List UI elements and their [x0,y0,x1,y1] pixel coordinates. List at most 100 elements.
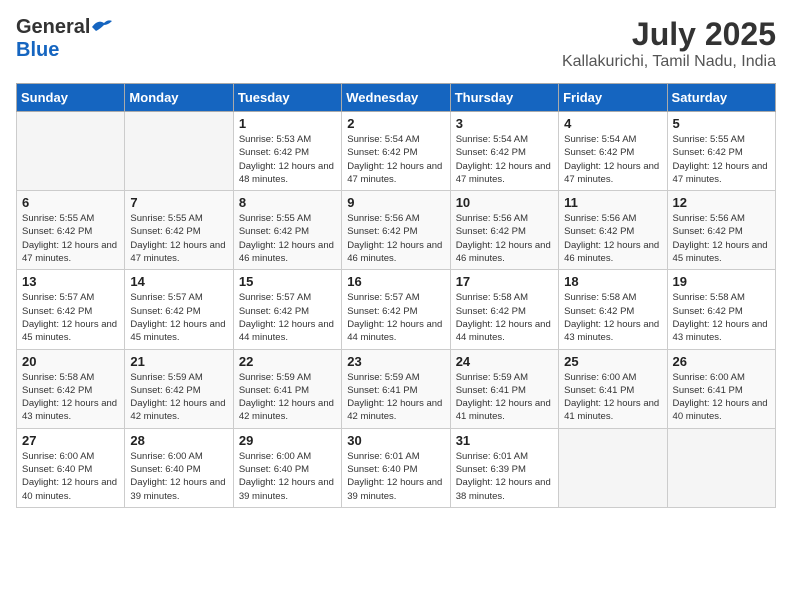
day-number: 22 [239,354,336,369]
day-info: Sunrise: 6:00 AM Sunset: 6:40 PM Dayligh… [22,450,119,503]
day-info: Sunrise: 5:58 AM Sunset: 6:42 PM Dayligh… [673,291,770,344]
day-info: Sunrise: 5:59 AM Sunset: 6:41 PM Dayligh… [239,371,336,424]
calendar-cell: 5Sunrise: 5:55 AM Sunset: 6:42 PM Daylig… [667,112,775,191]
calendar-cell: 10 Sunrise: 5:56 AM Sunset: 6:42 PM Dayli… [450,191,558,270]
day-info: Sunrise: 5:57 AM Sunset: 6:42 PM Dayligh… [22,291,119,344]
day-info: Sunrise: 5:55 AM Sunset: 6:42 PM Dayligh… [22,212,119,265]
day-info: Sunrise: 5:53 AM Sunset: 6:42 PM Dayligh… [239,133,336,186]
calendar-day-header: Thursday [450,84,558,112]
day-number: 30 [347,433,444,448]
calendar-cell: 4 Sunrise: 5:54 AM Sunset: 6:42 PM Daylig… [559,112,667,191]
calendar-cell: 27 Sunrise: 6:00 AM Sunset: 6:40 PM Dayli… [17,428,125,507]
logo-general: General [16,16,90,38]
calendar-week-row: 20 Sunrise: 5:58 AM Sunset: 6:42 PM Dayli… [17,349,776,428]
calendar-cell [17,112,125,191]
calendar-cell: 26Sunrise: 6:00 AM Sunset: 6:41 PM Dayli… [667,349,775,428]
calendar-cell: 14 Sunrise: 5:57 AM Sunset: 6:42 PM Dayli… [125,270,233,349]
day-info: Sunrise: 5:58 AM Sunset: 6:42 PM Dayligh… [22,371,119,424]
day-info: Sunrise: 6:00 AM Sunset: 6:40 PM Dayligh… [239,450,336,503]
day-number: 27 [22,433,119,448]
day-number: 10 [456,195,553,210]
calendar-cell: 31Sunrise: 6:01 AM Sunset: 6:39 PM Dayli… [450,428,558,507]
calendar-cell: 22 Sunrise: 5:59 AM Sunset: 6:41 PM Dayli… [233,349,341,428]
day-info: Sunrise: 5:55 AM Sunset: 6:42 PM Dayligh… [130,212,227,265]
day-number: 6 [22,195,119,210]
day-number: 5 [673,116,770,131]
calendar-cell [667,428,775,507]
day-info: Sunrise: 6:01 AM Sunset: 6:40 PM Dayligh… [347,450,444,503]
title-block: July 2025 Kallakurichi, Tamil Nadu, Indi… [562,16,776,71]
calendar-cell: 29 Sunrise: 6:00 AM Sunset: 6:40 PM Dayli… [233,428,341,507]
day-number: 16 [347,274,444,289]
calendar-cell: 19 Sunrise: 5:58 AM Sunset: 6:42 PM Dayli… [667,270,775,349]
day-info: Sunrise: 6:00 AM Sunset: 6:40 PM Dayligh… [130,450,227,503]
day-number: 18 [564,274,661,289]
day-info: Sunrise: 5:57 AM Sunset: 6:42 PM Dayligh… [239,291,336,344]
calendar-day-header: Wednesday [342,84,450,112]
calendar-day-header: Monday [125,84,233,112]
day-number: 2 [347,116,444,131]
day-info: Sunrise: 5:54 AM Sunset: 6:42 PM Dayligh… [564,133,661,186]
logo-text: General [16,16,112,39]
calendar-table: SundayMondayTuesdayWednesdayThursdayFrid… [16,83,776,508]
day-info: Sunrise: 5:56 AM Sunset: 6:42 PM Dayligh… [347,212,444,265]
day-number: 24 [456,354,553,369]
day-number: 13 [22,274,119,289]
day-info: Sunrise: 5:58 AM Sunset: 6:42 PM Dayligh… [456,291,553,344]
day-number: 8 [239,195,336,210]
day-number: 7 [130,195,227,210]
day-info: Sunrise: 5:58 AM Sunset: 6:42 PM Dayligh… [564,291,661,344]
logo-bird-icon [90,17,112,33]
month-title: July 2025 [562,16,776,53]
calendar-cell: 2 Sunrise: 5:54 AM Sunset: 6:42 PM Daylig… [342,112,450,191]
day-info: Sunrise: 5:54 AM Sunset: 6:42 PM Dayligh… [456,133,553,186]
day-info: Sunrise: 5:55 AM Sunset: 6:42 PM Dayligh… [239,212,336,265]
calendar-day-header: Saturday [667,84,775,112]
day-number: 25 [564,354,661,369]
calendar-cell: 30 Sunrise: 6:01 AM Sunset: 6:40 PM Dayli… [342,428,450,507]
day-number: 4 [564,116,661,131]
calendar-day-header: Tuesday [233,84,341,112]
day-info: Sunrise: 5:59 AM Sunset: 6:41 PM Dayligh… [456,371,553,424]
day-number: 29 [239,433,336,448]
calendar-cell: 20 Sunrise: 5:58 AM Sunset: 6:42 PM Dayli… [17,349,125,428]
calendar-week-row: 6 Sunrise: 5:55 AM Sunset: 6:42 PM Daylig… [17,191,776,270]
day-info: Sunrise: 5:57 AM Sunset: 6:42 PM Dayligh… [347,291,444,344]
calendar-day-header: Friday [559,84,667,112]
day-number: 17 [456,274,553,289]
calendar-cell: 11 Sunrise: 5:56 AM Sunset: 6:42 PM Dayli… [559,191,667,270]
day-info: Sunrise: 6:00 AM Sunset: 6:41 PM Dayligh… [564,371,661,424]
day-info: Sunrise: 5:54 AM Sunset: 6:42 PM Dayligh… [347,133,444,186]
calendar-header-row: SundayMondayTuesdayWednesdayThursdayFrid… [17,84,776,112]
calendar-week-row: 13 Sunrise: 5:57 AM Sunset: 6:42 PM Dayli… [17,270,776,349]
calendar-week-row: 27 Sunrise: 6:00 AM Sunset: 6:40 PM Dayli… [17,428,776,507]
day-number: 19 [673,274,770,289]
day-number: 1 [239,116,336,131]
logo: General Blue [16,16,112,62]
day-info: Sunrise: 5:57 AM Sunset: 6:42 PM Dayligh… [130,291,227,344]
calendar-cell: 9Sunrise: 5:56 AM Sunset: 6:42 PM Daylig… [342,191,450,270]
day-number: 20 [22,354,119,369]
calendar-cell: 12Sunrise: 5:56 AM Sunset: 6:42 PM Dayli… [667,191,775,270]
day-number: 31 [456,433,553,448]
calendar-cell: 3Sunrise: 5:54 AM Sunset: 6:42 PM Daylig… [450,112,558,191]
day-number: 21 [130,354,227,369]
calendar-cell [125,112,233,191]
calendar-cell: 21Sunrise: 5:59 AM Sunset: 6:42 PM Dayli… [125,349,233,428]
day-number: 11 [564,195,661,210]
calendar-day-header: Sunday [17,84,125,112]
calendar-cell: 8 Sunrise: 5:55 AM Sunset: 6:42 PM Daylig… [233,191,341,270]
day-number: 14 [130,274,227,289]
calendar-cell [559,428,667,507]
day-number: 28 [130,433,227,448]
day-info: Sunrise: 5:56 AM Sunset: 6:42 PM Dayligh… [456,212,553,265]
calendar-cell: 23Sunrise: 5:59 AM Sunset: 6:41 PM Dayli… [342,349,450,428]
page-header: General Blue July 2025 Kallakurichi, Tam… [16,16,776,71]
day-info: Sunrise: 5:56 AM Sunset: 6:42 PM Dayligh… [564,212,661,265]
calendar-cell: 1 Sunrise: 5:53 AM Sunset: 6:42 PM Daylig… [233,112,341,191]
logo-blue: Blue [16,39,59,61]
location-title: Kallakurichi, Tamil Nadu, India [562,53,776,71]
calendar-week-row: 1 Sunrise: 5:53 AM Sunset: 6:42 PM Daylig… [17,112,776,191]
calendar-cell: 6 Sunrise: 5:55 AM Sunset: 6:42 PM Daylig… [17,191,125,270]
day-number: 15 [239,274,336,289]
